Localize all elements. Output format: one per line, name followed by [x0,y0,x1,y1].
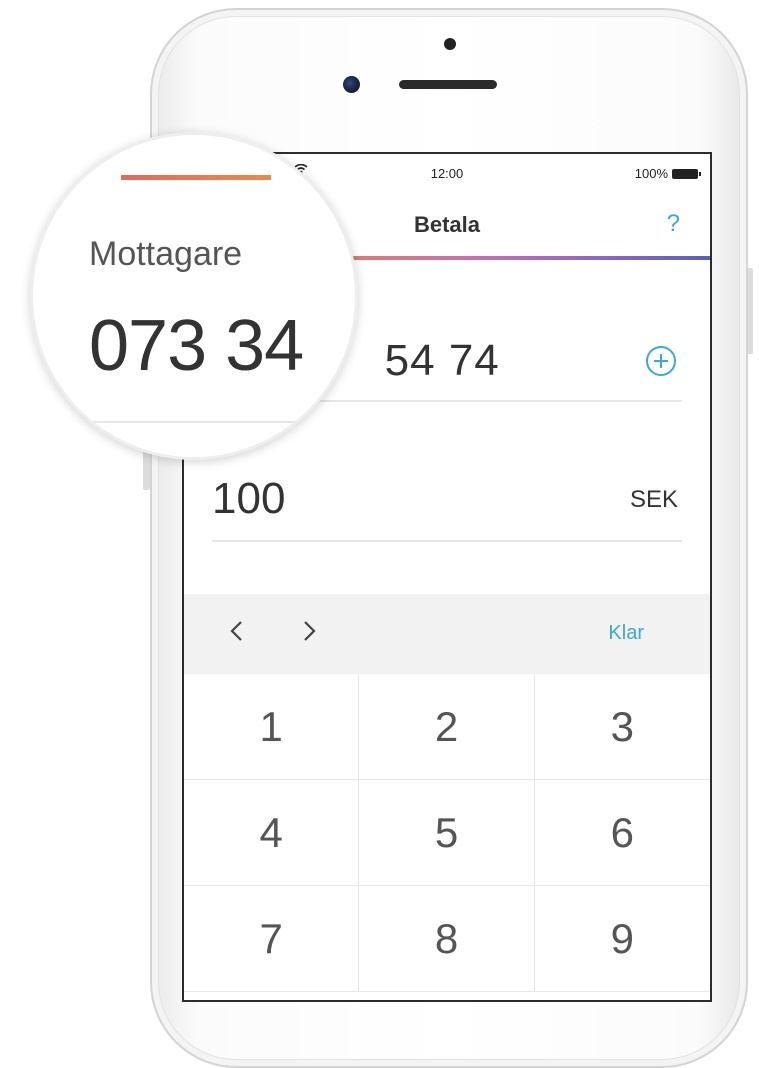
previous-field-icon[interactable] [220,614,254,648]
front-camera [343,76,360,93]
magnified-recipient-value: 073 34 [89,306,304,386]
key-7[interactable]: 7 [184,886,360,992]
recipient-label: Mottagare [89,235,243,273]
battery-percent: 100% [634,166,668,181]
next-field-icon[interactable] [292,614,326,648]
amount-field[interactable]: 100 SEK [212,454,682,542]
numeric-keypad: 1 2 3 4 5 6 7 8 9 [184,674,710,1000]
key-9[interactable]: 9 [534,886,710,992]
amount-value: 100 [212,474,286,523]
help-button[interactable]: ? [667,210,680,238]
key-5[interactable]: 5 [359,780,535,886]
key-4[interactable]: 4 [184,780,360,886]
key-8[interactable]: 8 [359,886,535,992]
currency-label: SEK [629,486,678,513]
magnifier-callout: Mottagare 073 34 [30,132,358,460]
add-contact-icon[interactable] [644,344,678,378]
key-6[interactable]: 6 [534,780,710,886]
done-button[interactable]: Klar [608,622,644,645]
keypad-toolbar: Klar [184,594,710,674]
magnifier-underline [89,421,349,423]
key-3[interactable]: 3 [534,674,710,780]
earpiece-speaker [399,80,497,89]
proximity-sensor [444,38,456,50]
key-1[interactable]: 1 [184,674,360,780]
battery-icon [672,168,701,179]
key-2[interactable]: 2 [359,674,535,780]
magnifier-accent-bar [121,175,271,180]
recipient-value: 54 74 [380,336,500,385]
